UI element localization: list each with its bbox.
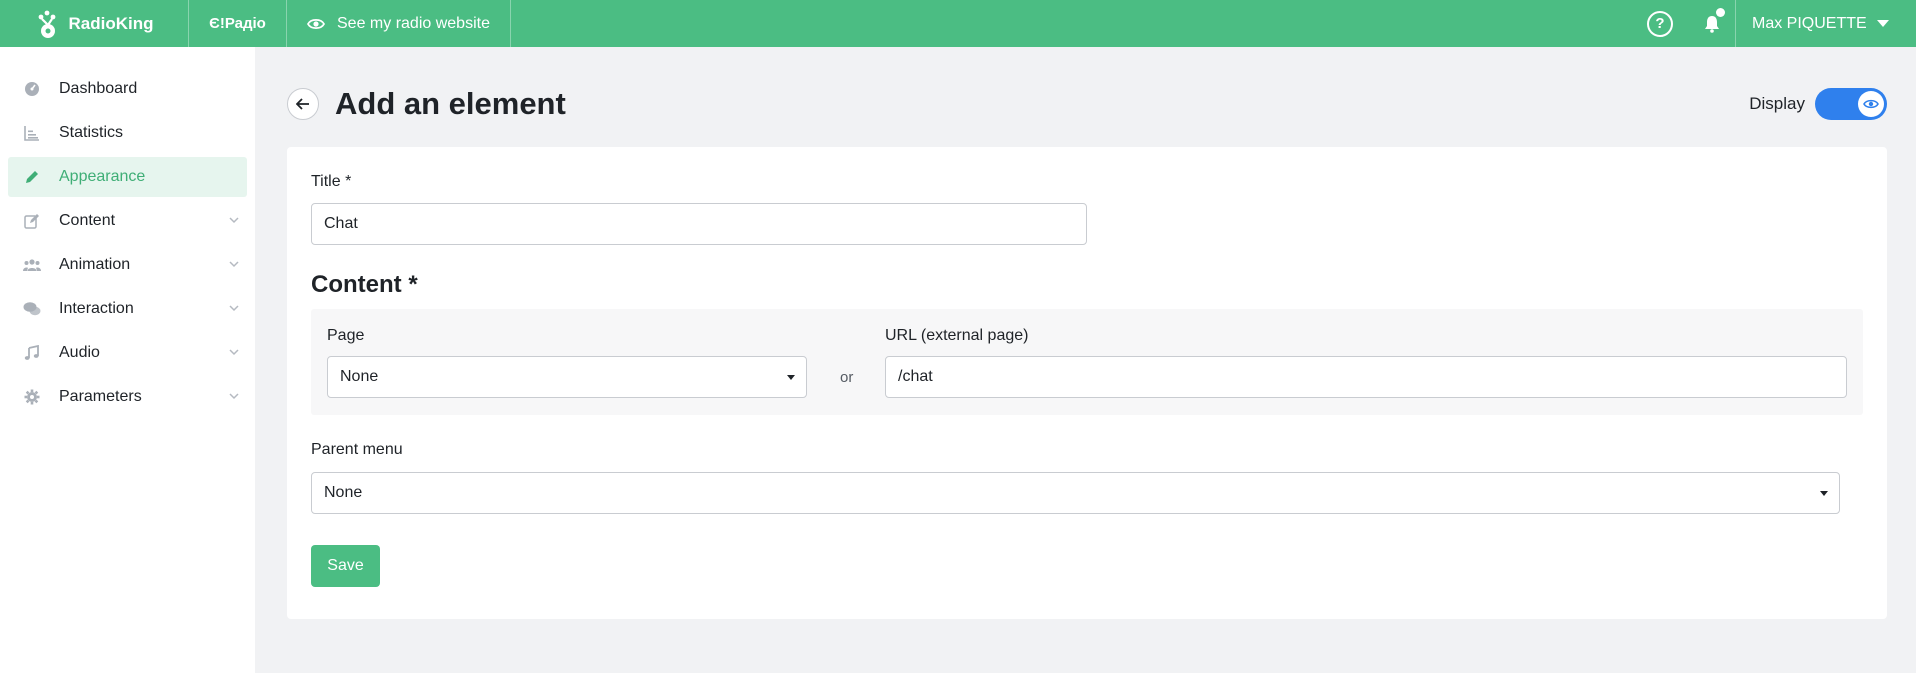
user-menu[interactable]: Max PIQUETTE: [1736, 0, 1916, 47]
help-button[interactable]: ?: [1632, 0, 1688, 47]
sidebar-item-label: Interaction: [59, 300, 134, 317]
users-icon: [22, 255, 42, 275]
gauge-icon: [22, 79, 42, 99]
brand-name: RadioKing: [68, 13, 154, 33]
sidebar-item-statistics[interactable]: Statistics: [8, 113, 247, 153]
parent-menu-value: None: [324, 484, 363, 501]
see-website-link[interactable]: See my radio website: [287, 0, 511, 47]
sidebar-item-interaction[interactable]: Interaction: [8, 289, 247, 329]
page-label: Page: [327, 327, 365, 344]
music-note-icon: [22, 343, 42, 363]
title-input-value: Chat: [324, 215, 358, 232]
parent-menu-label: Parent menu: [311, 441, 403, 458]
page-select-value: None: [340, 368, 379, 385]
radio-name: Є!Радіо: [209, 15, 266, 32]
sidebar-item-parameters[interactable]: Parameters: [8, 377, 247, 417]
see-website-label: See my radio website: [337, 14, 490, 32]
sidebar-item-label: Parameters: [59, 388, 142, 405]
eye-icon: [1863, 99, 1879, 109]
sidebar-item-dashboard[interactable]: Dashboard: [8, 69, 247, 109]
top-bar: RadioKing Є!Радіо See my radio website ?…: [0, 0, 1916, 47]
url-input-value: /chat: [898, 368, 933, 385]
title-input[interactable]: Chat: [311, 203, 1087, 245]
sidebar: Dashboard Statistics Appearance Content …: [0, 47, 255, 673]
user-name: Max PIQUETTE: [1752, 14, 1867, 32]
question-circle-icon: ?: [1647, 10, 1673, 37]
chevron-down-icon: [229, 349, 239, 356]
title-label: Title *: [311, 173, 352, 190]
parent-menu-select[interactable]: None: [311, 472, 1840, 514]
chevron-down-icon: [229, 217, 239, 224]
sidebar-item-label: Appearance: [59, 168, 146, 185]
url-input[interactable]: /chat: [885, 356, 1847, 398]
display-label: Display: [1749, 94, 1805, 113]
arrow-left-icon: [296, 98, 309, 110]
display-toggle[interactable]: [1815, 88, 1887, 120]
sidebar-item-content[interactable]: Content: [8, 201, 247, 241]
caret-down-icon: [1820, 491, 1828, 496]
chevron-down-icon: [229, 261, 239, 268]
sidebar-item-animation[interactable]: Animation: [8, 245, 247, 285]
sidebar-item-label: Animation: [59, 256, 131, 273]
radio-selector[interactable]: Є!Радіо: [189, 0, 287, 47]
sidebar-item-label: Statistics: [59, 124, 124, 141]
page-select[interactable]: None: [327, 356, 807, 398]
page-title: Add an element: [335, 86, 566, 121]
radioking-logo-icon: [38, 10, 55, 38]
brand-logo[interactable]: RadioKing: [0, 0, 189, 47]
sidebar-item-audio[interactable]: Audio: [8, 333, 247, 373]
back-button[interactable]: [287, 88, 319, 120]
url-label: URL (external page): [885, 327, 1029, 344]
caret-down-icon: [787, 375, 795, 380]
or-separator: or: [840, 369, 854, 386]
pencil-icon: [22, 167, 42, 187]
notifications-button[interactable]: [1688, 0, 1736, 47]
bell-icon: [1704, 15, 1719, 33]
toggle-knob: [1858, 91, 1884, 117]
chat-bubbles-icon: [22, 299, 42, 319]
content-heading: Content *: [311, 271, 418, 298]
element-form-card: Title * Chat Content * Page None or URL …: [287, 147, 1887, 619]
gear-icon: [22, 387, 42, 407]
eye-icon: [307, 18, 325, 29]
notification-dot: [1716, 8, 1725, 17]
sidebar-item-label: Audio: [59, 344, 100, 361]
caret-down-icon: [1876, 20, 1889, 27]
content-box: Page None or URL (external page) /chat: [311, 309, 1863, 415]
save-button[interactable]: Save: [311, 545, 380, 587]
display-control: Display: [1749, 88, 1887, 120]
sidebar-item-appearance[interactable]: Appearance: [8, 157, 247, 197]
chevron-down-icon: [229, 393, 239, 400]
sidebar-item-label: Content: [59, 212, 116, 229]
sidebar-item-label: Dashboard: [59, 80, 138, 97]
chevron-down-icon: [229, 305, 239, 312]
bar-chart-icon: [22, 123, 42, 143]
page-header: Add an element: [287, 84, 566, 124]
edit-icon: [22, 211, 42, 231]
